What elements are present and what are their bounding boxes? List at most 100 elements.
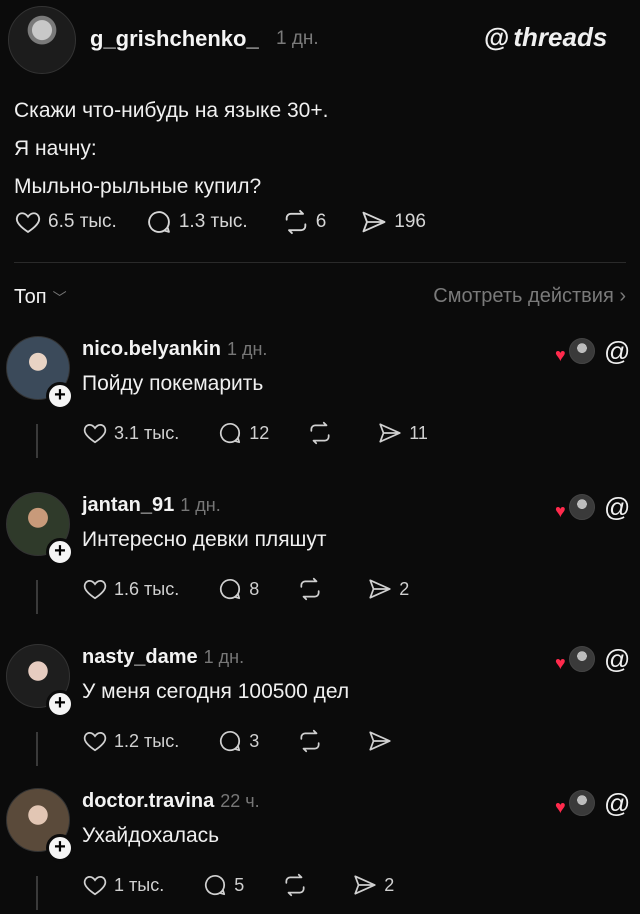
comment-text: Ухайдохалась	[82, 824, 220, 847]
comment-time: 1 дн.	[203, 647, 245, 667]
author-mini-avatar	[569, 494, 595, 520]
like-count: 1.2 тыс.	[114, 730, 180, 751]
share-count: 2	[399, 578, 410, 599]
comment-item: + jantan_91 1 дн. Интересно девки пляшут …	[0, 492, 640, 644]
username-text[interactable]: jantan_91	[82, 494, 174, 516]
username-text[interactable]: doctor.travina	[82, 790, 214, 812]
post-stats: 6.5 тыс. 1.3 тыс. 6 196	[14, 208, 426, 236]
heart-icon: ♥	[555, 501, 566, 521]
plus-icon[interactable]: +	[46, 538, 74, 566]
reply-count: 3	[249, 730, 260, 751]
comment-stats: 3.1 тыс. 12 11	[82, 420, 428, 446]
heart-icon	[15, 212, 41, 234]
heart-icon: ♥	[555, 345, 566, 365]
comment-text: Пойду покемарить	[82, 372, 264, 395]
reply-icon	[148, 211, 170, 233]
comment-item: + doctor.travina 22 ч. Ухайдохалась 1 тыс…	[0, 788, 640, 914]
share-button[interactable]: 2	[352, 872, 394, 898]
threads-icon[interactable]: @	[604, 788, 630, 819]
share-icon	[369, 579, 391, 599]
comment-stats: 1 тыс. 5 2	[82, 872, 394, 898]
repost-icon	[300, 577, 320, 601]
share-button[interactable]: 196	[360, 208, 426, 236]
plus-icon[interactable]: +	[46, 690, 74, 718]
repost-button[interactable]: 6	[282, 208, 327, 236]
post-time: 1 дн.	[276, 28, 319, 49]
post-line: Мыльно-рыльные купил?	[14, 175, 262, 198]
commenter-username[interactable]: doctor.travina 22 ч.	[82, 790, 260, 813]
threads-icon[interactable]: @	[604, 336, 630, 367]
like-button[interactable]: 6.5 тыс.	[14, 208, 117, 236]
commenter-username[interactable]: nasty_dame 1 дн.	[82, 646, 244, 669]
reply-count: 8	[249, 578, 260, 599]
threads-logo: @ threads	[484, 22, 607, 53]
like-count: 1 тыс.	[114, 874, 165, 895]
heart-icon	[83, 424, 107, 444]
repost-button[interactable]	[297, 728, 329, 754]
reply-button[interactable]: 1.3 тыс.	[145, 208, 248, 236]
thread-line	[36, 876, 38, 910]
commenter-username[interactable]: nico.belyankin 1 дн.	[82, 338, 267, 361]
repost-button[interactable]	[307, 420, 339, 446]
reply-icon	[220, 731, 241, 752]
reply-icon	[205, 875, 226, 896]
share-icon	[379, 423, 401, 443]
reply-icon	[220, 423, 241, 444]
repost-button[interactable]	[297, 576, 329, 602]
reply-button[interactable]: 12	[217, 420, 269, 446]
comment-text: Интересно девки пляшут	[82, 528, 327, 551]
reply-count: 1.3 тыс.	[178, 211, 248, 232]
comment-stats: 1.2 тыс. 3	[82, 728, 399, 754]
comment-time: 1 дн.	[226, 339, 268, 359]
repost-icon	[310, 421, 330, 445]
author-avatar[interactable]	[8, 6, 76, 74]
author-liked-indicator: ♥	[555, 494, 595, 520]
repost-icon	[285, 873, 305, 897]
share-button[interactable]: 2	[367, 576, 409, 602]
comment-stats: 1.6 тыс. 8 2	[82, 576, 409, 602]
sort-dropdown[interactable]: Топ ﹀	[14, 286, 67, 309]
username-text[interactable]: nico.belyankin	[82, 338, 221, 360]
post-line: Скажи что-нибудь на языке 30+.	[14, 99, 329, 122]
commenter-username[interactable]: jantan_91 1 дн.	[82, 494, 221, 517]
plus-icon[interactable]: +	[46, 834, 74, 862]
share-button[interactable]	[367, 728, 399, 754]
heart-icon	[83, 876, 107, 896]
share-icon	[354, 875, 376, 895]
plus-icon[interactable]: +	[46, 382, 74, 410]
share-count: 2	[384, 874, 395, 895]
heart-icon: ♥	[555, 797, 566, 817]
author-username[interactable]: g_grishchenko_	[90, 26, 259, 52]
author-mini-avatar	[569, 338, 595, 364]
view-actions-link[interactable]: Смотреть действия ›	[433, 285, 626, 308]
share-count: 11	[409, 422, 428, 443]
like-count: 6.5 тыс.	[48, 211, 117, 232]
comment-item: + nasty_dame 1 дн. У меня сегодня 100500 …	[0, 644, 640, 796]
share-button[interactable]: 11	[377, 420, 428, 446]
divider	[14, 262, 626, 263]
reply-button[interactable]: 5	[202, 872, 244, 898]
thread-line	[36, 424, 38, 458]
post-line: Я начну:	[14, 137, 97, 160]
like-count: 1.6 тыс.	[114, 578, 180, 599]
username-text[interactable]: nasty_dame	[82, 646, 198, 668]
threads-icon[interactable]: @	[604, 492, 630, 523]
heart-icon	[83, 732, 107, 752]
like-button[interactable]: 3.1 тыс.	[82, 420, 179, 446]
sort-label: Топ	[14, 286, 47, 308]
repost-button[interactable]	[282, 872, 314, 898]
author-liked-indicator: ♥	[555, 646, 595, 672]
threads-icon[interactable]: @	[604, 644, 630, 675]
repost-count: 6	[315, 211, 327, 232]
repost-icon	[285, 209, 306, 235]
heart-icon	[83, 580, 107, 600]
reply-button[interactable]: 8	[217, 576, 259, 602]
chevron-down-icon: ﹀	[52, 289, 67, 306]
heart-icon: ♥	[555, 653, 566, 673]
comment-time: 22 ч.	[220, 791, 260, 811]
author-liked-indicator: ♥	[555, 338, 595, 364]
like-button[interactable]: 1.2 тыс.	[82, 728, 179, 754]
like-button[interactable]: 1 тыс.	[82, 872, 164, 898]
reply-button[interactable]: 3	[217, 728, 259, 754]
like-button[interactable]: 1.6 тыс.	[82, 576, 179, 602]
